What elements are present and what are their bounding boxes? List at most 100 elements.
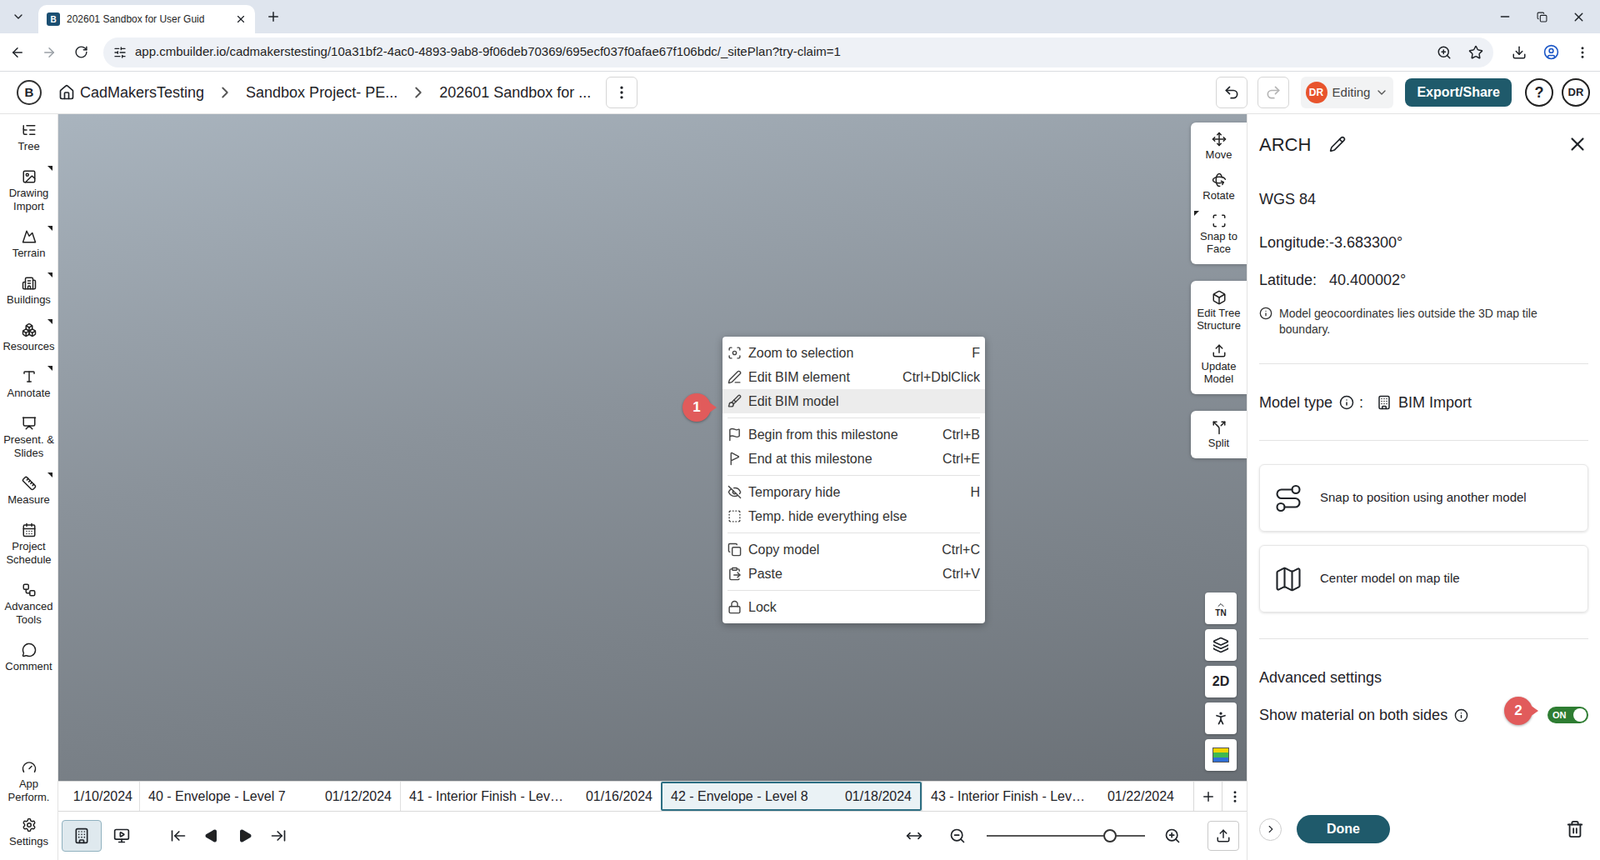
done-button[interactable]: Done [1296,815,1390,844]
downloads-button[interactable] [1505,38,1534,67]
menu-item[interactable]: Lock [722,595,985,620]
expand-button[interactable] [1259,818,1282,841]
milestone-date[interactable]: 1/10/2024 [58,781,140,811]
toolbar-button[interactable]: Split [1190,414,1247,455]
back-button[interactable] [3,38,32,67]
home-icon[interactable] [58,84,75,101]
info-icon[interactable] [1454,708,1469,723]
menu-item[interactable]: PasteCtrl+V [722,561,985,586]
sidebar-item[interactable]: App Perform. [0,753,58,811]
sidebar-item[interactable]: Settings [0,810,58,855]
slider-knob[interactable] [1103,829,1117,843]
previous-button[interactable] [195,820,229,851]
export-share-button[interactable]: Export/Share [1405,78,1512,107]
submenu-marker [47,365,53,371]
sidebar-item[interactable]: Tree [0,114,58,161]
2d-mode-button[interactable]: 2D [1205,665,1237,698]
menu-item[interactable]: Temp. hide everything else [722,504,985,529]
layers-button[interactable] [1205,629,1237,661]
focus-icon [727,345,742,360]
sidebar-item[interactable]: Drawing Import [0,160,58,221]
close-tab-icon[interactable] [235,13,247,25]
bookmark-star-icon[interactable] [1468,45,1484,60]
sidebar-item[interactable]: Advanced Tools [0,574,58,635]
restore-button[interactable] [1523,0,1560,34]
sidebar-item[interactable]: Terrain [0,220,58,268]
profile-avatar[interactable]: DR [1561,78,1590,107]
menu-item[interactable]: Copy modelCtrl+C [722,537,985,562]
true-north-button[interactable]: TN [1205,592,1237,625]
timeline-menu-button[interactable] [1221,781,1247,811]
color-legend-button[interactable] [1205,739,1237,771]
menu-item[interactable]: Temporary hideH [722,480,985,505]
sidebar-item[interactable]: Present. & Slides [0,407,58,468]
pedestrian-view-button[interactable] [1205,702,1237,735]
go-to-end-button[interactable] [261,820,295,851]
app-logo[interactable]: B [16,80,42,105]
redo-button[interactable] [1257,76,1290,109]
toolbar-button[interactable]: Snap to Face [1190,207,1247,261]
view-toggle-button[interactable] [101,820,142,852]
close-panel-icon[interactable] [1566,133,1589,155]
close-window-button[interactable] [1560,0,1597,34]
help-button[interactable]: ? [1525,78,1554,107]
toolbar-button[interactable]: Move [1190,125,1247,167]
sidebar-item[interactable]: Project Schedule [0,514,58,575]
breadcrumb-item[interactable]: Sandbox Project- PE... [245,81,398,105]
play-button[interactable] [228,820,262,851]
zoom-icon[interactable] [1436,45,1452,60]
sidebar-item[interactable]: Resources [0,314,58,361]
milestone[interactable]: 40 - Envelope - Level 701/12/2024 [139,781,400,811]
milestone[interactable]: 42 - Envelope - Level 801/18/2024 [660,781,922,811]
go-to-start-button[interactable] [161,820,195,851]
plus-icon [1200,789,1216,805]
menu-item[interactable]: Zoom to selectionF [722,340,985,365]
zoom-in-button[interactable] [1155,820,1190,851]
export-timeline-button[interactable] [1207,820,1240,851]
sidebar-item[interactable]: Comment [0,634,58,681]
action-card[interactable]: Center model on map tile [1259,545,1589,613]
zoom-slider[interactable] [986,827,1145,845]
info-icon[interactable] [1339,395,1355,410]
profile-button[interactable] [1536,38,1565,67]
workspace: TreeDrawing ImportTerrainBuildingsResour… [0,114,1600,860]
project-menu-button[interactable] [605,76,638,109]
action-card[interactable]: Snap to position using another model [1259,464,1589,532]
add-milestone-button[interactable] [1193,781,1222,811]
forward-button[interactable] [35,38,64,67]
menu-item[interactable]: Begin from this milestoneCtrl+B [722,422,985,447]
toggle-knob [1573,708,1587,722]
sidebar-item[interactable]: Buildings [0,267,58,315]
site-info-icon[interactable] [113,45,127,60]
toggle-switch[interactable]: ON [1547,706,1589,724]
delete-button[interactable] [1561,815,1589,843]
toolbar-button[interactable]: Edit Tree Structure [1190,284,1247,338]
omnibox[interactable]: app.cmbuilder.io/cadmakerstesting/10a31b… [103,37,1494,68]
reload-button[interactable] [66,38,95,67]
zoom-out-button[interactable] [940,820,975,851]
tab-search-button[interactable] [6,5,30,29]
menu-divider [727,417,980,419]
browser-tab[interactable]: B202601 Sandbox for User Guid [38,5,255,34]
breadcrumb-item[interactable]: CadMakersTesting [80,81,205,105]
toolbar-button[interactable]: Rotate [1190,166,1247,208]
menu-item[interactable]: End at this milestoneCtrl+E [722,446,985,471]
breadcrumb-item[interactable]: 202601 Sandbox for ... [439,81,591,105]
3d-viewport[interactable]: Zoom to selectionFEdit BIM elementCtrl+D… [58,114,1247,781]
browser-menu-button[interactable] [1568,38,1597,67]
undo-button[interactable] [1215,76,1248,109]
menu-item[interactable]: Edit BIM model [722,389,985,414]
mode-selector[interactable]: DREditing [1300,76,1395,109]
split-icon [1211,420,1227,435]
toolbar-button[interactable]: Update Model [1190,337,1247,391]
view-toggle-button[interactable] [61,820,102,852]
milestone[interactable]: 43 - Interior Finish - Lev…01/22/2024 [921,781,1183,811]
minimize-button[interactable] [1486,0,1524,34]
new-tab-button[interactable] [261,5,285,29]
pencil-icon[interactable] [1329,135,1346,153]
milestone[interactable]: 41 - Interior Finish - Lev…01/16/2024 [400,781,661,811]
sidebar-item[interactable]: Measure [0,467,58,515]
fit-timeline-button[interactable] [897,820,931,851]
menu-item[interactable]: Edit BIM elementCtrl+DblClick [722,365,985,390]
sidebar-item[interactable]: Annotate [0,360,58,408]
